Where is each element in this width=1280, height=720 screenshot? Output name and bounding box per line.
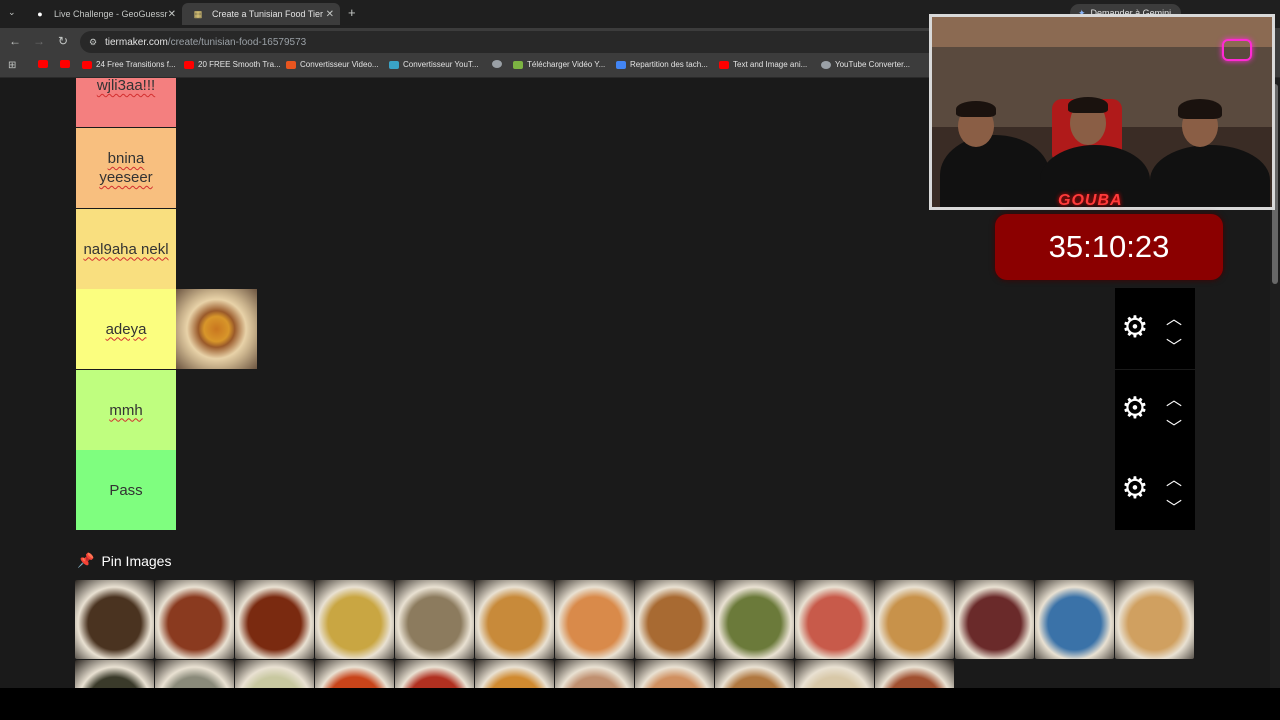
bookmark-item[interactable]: Text and Image ani... <box>719 60 807 69</box>
bookmark-item[interactable]: Convertisseur Video... <box>286 60 379 69</box>
move-down-icon[interactable]: ﹀ <box>1165 414 1183 438</box>
bookmark-item[interactable]: Repartition des tach... <box>616 60 708 69</box>
bookmark-item[interactable] <box>38 60 52 68</box>
close-tab-icon[interactable]: ✕ <box>326 9 334 20</box>
tab-title: Create a Tunisian Food Tier List <box>212 9 324 19</box>
tier-label[interactable]: adeya <box>76 289 176 369</box>
tab-tiermaker[interactable]: ▦ Create a Tunisian Food Tier List ✕ <box>182 3 340 25</box>
tier-controls: ⚙ ︿ ﹀ <box>1115 289 1195 369</box>
pushpin-icon: 📌 <box>77 552 95 568</box>
food-image-thumbnail[interactable] <box>155 660 234 688</box>
food-image-thumbnail[interactable] <box>635 580 714 659</box>
gear-icon[interactable]: ⚙ <box>1121 313 1149 343</box>
tier-label[interactable]: bnina yeeseer <box>76 128 176 208</box>
food-image-thumbnail[interactable] <box>75 580 154 659</box>
bookmark-item[interactable] <box>60 60 74 68</box>
tier-dropzone[interactable] <box>176 370 1115 450</box>
gear-icon[interactable]: ⚙ <box>1121 394 1149 424</box>
tier-row: adeya ⚙ ︿ ﹀ <box>76 289 1195 369</box>
tier-controls: ⚙ ︿ ﹀ <box>1115 450 1195 530</box>
streamer-right-hair <box>1178 99 1222 119</box>
tier-controls: ⚙ ︿ ﹀ <box>1115 370 1195 450</box>
url-path: /create/tunisian-food-16579573 <box>167 36 307 48</box>
close-tab-icon[interactable]: ✕ <box>168 9 176 20</box>
food-image-thumbnail[interactable] <box>795 580 874 659</box>
food-image-thumbnail[interactable] <box>155 580 234 659</box>
move-up-icon[interactable]: ︿ <box>1165 305 1183 329</box>
food-image-thumbnail[interactable] <box>235 660 314 688</box>
food-image-thumbnail[interactable] <box>475 660 554 688</box>
food-image-thumbnail[interactable] <box>875 660 954 688</box>
url-host: tiermaker.com <box>105 36 168 48</box>
move-down-icon[interactable]: ﹀ <box>1165 494 1183 518</box>
tab-geoguessr[interactable]: ● Live Challenge - GeoGuessr ✕ <box>24 3 182 25</box>
tier-label[interactable]: Pass <box>76 450 176 530</box>
tier-row: Pass ⚙ ︿ ﹀ <box>76 450 1195 530</box>
stream-timer: 35:10:23 <box>995 214 1223 280</box>
reload-icon[interactable]: ↻ <box>55 34 71 48</box>
neon-sign <box>1222 39 1252 61</box>
bookmark-item[interactable]: 20 FREE Smooth Tra... <box>184 60 281 69</box>
streamer-right <box>1150 145 1270 207</box>
apps-icon[interactable]: ⊞ <box>8 60 16 71</box>
taskbar <box>0 688 1280 720</box>
stream-brand-logo: GOUBA <box>1058 192 1123 209</box>
bookmark-item[interactable]: Télécharger Vidéo Y... <box>513 60 605 69</box>
tier-dropzone[interactable] <box>176 289 1115 369</box>
pin-images-heading: 📌 Pin Images <box>77 552 172 569</box>
bookmark-item[interactable]: 24 Free Transitions f... <box>82 60 176 69</box>
new-tab-button[interactable]: + <box>348 5 356 20</box>
tier-dropzone[interactable] <box>176 209 1115 289</box>
food-image-thumbnail[interactable] <box>715 580 794 659</box>
streamer-center-hair <box>1068 97 1108 113</box>
food-image-thumbnail[interactable] <box>75 660 154 688</box>
food-image-thumbnail[interactable] <box>1115 580 1194 659</box>
food-image-thumbnail[interactable] <box>475 580 554 659</box>
food-image-thumbnail[interactable] <box>395 580 474 659</box>
gear-icon[interactable]: ⚙ <box>1121 474 1149 504</box>
move-up-icon[interactable]: ︿ <box>1165 386 1183 410</box>
location-pin-icon: ● <box>37 9 43 19</box>
food-image-thumbnail[interactable] <box>875 580 954 659</box>
tier-label[interactable]: nal9aha nekl <box>76 209 176 289</box>
food-image-thumbnail[interactable] <box>1035 580 1114 659</box>
webcam-overlay <box>929 14 1275 210</box>
food-image-thumbnail[interactable] <box>555 580 634 659</box>
bookmark-item[interactable] <box>492 60 506 68</box>
couscous-image[interactable] <box>176 289 257 369</box>
tier-label[interactable]: wjli3aa!!! <box>76 78 176 127</box>
bookmark-item[interactable]: YouTube Converter... <box>821 60 910 69</box>
food-image-thumbnail[interactable] <box>395 660 474 688</box>
food-image-thumbnail[interactable] <box>635 660 714 688</box>
tier-dropzone[interactable] <box>176 450 1115 530</box>
food-image-thumbnail[interactable] <box>715 660 794 688</box>
food-image-thumbnail[interactable] <box>315 660 394 688</box>
food-image-thumbnail[interactable] <box>795 660 874 688</box>
forward-icon[interactable]: → <box>31 34 47 48</box>
streamer-left-hair <box>956 101 996 117</box>
tab-title: Live Challenge - GeoGuessr <box>54 9 168 19</box>
streamer-left <box>940 135 1050 207</box>
tier-label[interactable]: mmh <box>76 370 176 450</box>
tiermaker-icon: ▦ <box>193 8 203 19</box>
bookmark-item[interactable]: Convertisseur YouT... <box>389 60 479 69</box>
back-icon[interactable]: ← <box>7 34 23 48</box>
tier-row: mmh ⚙ ︿ ﹀ <box>76 370 1195 450</box>
move-down-icon[interactable]: ﹀ <box>1165 333 1183 357</box>
food-image-thumbnail[interactable] <box>955 580 1034 659</box>
food-image-thumbnail[interactable] <box>555 660 634 688</box>
tab-search-icon[interactable]: ⌄ <box>8 7 16 18</box>
food-image-thumbnail[interactable] <box>315 580 394 659</box>
move-up-icon[interactable]: ︿ <box>1165 466 1183 490</box>
site-info-icon[interactable]: ⚙ <box>89 37 97 48</box>
food-image-thumbnail[interactable] <box>235 580 314 659</box>
